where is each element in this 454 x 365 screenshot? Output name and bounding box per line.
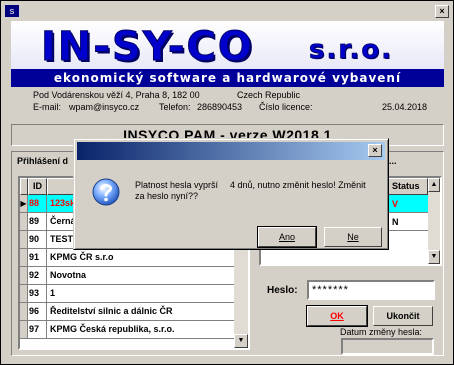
row-id: 97 — [28, 321, 47, 338]
row-id: 90 — [28, 231, 47, 248]
question-icon — [92, 178, 120, 206]
column-header-id[interactable]: ID — [28, 178, 47, 195]
tagline: ekonomický software a hardwarové vybaven… — [11, 69, 444, 87]
row-indicator — [20, 249, 28, 266]
logo-suffix: s.r.o. — [309, 35, 394, 66]
password-field[interactable]: ******* — [307, 280, 435, 300]
column-header-status[interactable]: Status — [388, 178, 428, 195]
login-group-label: Přihlášení d — [17, 156, 71, 166]
row-id: 93 — [28, 285, 47, 302]
scroll-down-icon[interactable]: ▼ — [234, 334, 248, 348]
password-change-date-field — [341, 338, 434, 355]
row-name: KPMG Česká republika, s.r.o. — [50, 324, 175, 334]
date-value: 25.04.2018 — [382, 102, 428, 112]
no-button[interactable]: Ne — [324, 227, 382, 247]
no-button-label: Ne — [347, 232, 359, 242]
row-indicator — [20, 303, 28, 320]
password-change-date-label: Datum změny hesla: — [340, 327, 423, 337]
dialog-message-part2: 4 dnů, nutno změnit heslo! Změnit — [230, 180, 366, 190]
scroll-up-icon[interactable]: ▲ — [428, 178, 440, 192]
yes-button[interactable]: Ano — [257, 226, 317, 248]
table-row[interactable]: 91 KPMG ČR s.r.o — [20, 249, 234, 267]
company-address: Pod Vodárenskou věží 4, Praha 8, 182 00 — [33, 90, 200, 100]
row-indicator — [20, 231, 28, 248]
phone-value: 286890453 — [197, 102, 243, 112]
table-row[interactable]: 96 Ředitelství silnic a dálnic ČR — [20, 303, 234, 321]
logo-main: IN-SY-CO — [41, 24, 254, 70]
login-group-label-right: ... — [389, 156, 397, 166]
dialog-message-part1: Platnost hesla vyprší za heslo nyní?? — [135, 180, 219, 201]
row-id: 88 — [28, 195, 47, 212]
row-indicator: ▶ — [20, 195, 28, 212]
window-close-button[interactable]: × — [435, 5, 449, 18]
license-label: Číslo licence: — [259, 102, 313, 112]
row-name: 1 — [50, 288, 56, 298]
dialog-titlebar[interactable]: × — [77, 142, 385, 160]
row-indicator — [20, 285, 28, 302]
email-value: wpam@insyco.cz — [69, 102, 140, 112]
quit-button[interactable]: Ukončit — [373, 306, 433, 326]
row-indicator — [20, 321, 28, 338]
ok-button-label: OK — [330, 311, 344, 321]
quit-button-label: Ukončit — [386, 311, 420, 321]
logo-banner: IN-SY-CO s.r.o. — [11, 21, 444, 70]
user-list-scrollbar[interactable]: ▲ ▼ — [428, 178, 440, 264]
yes-button-label: Ano — [278, 232, 295, 242]
row-indicator — [20, 267, 28, 284]
table-row[interactable]: 97 KPMG Česká republika, s.r.o. — [20, 321, 234, 339]
main-window: s × IN-SY-CO s.r.o. ekonomický software … — [0, 0, 454, 365]
password-label: Heslo: — [267, 285, 298, 296]
dialog-close-button[interactable]: × — [368, 144, 382, 157]
scroll-down-icon[interactable]: ▼ — [428, 250, 440, 264]
row-name: Novotna — [50, 270, 86, 280]
ok-button[interactable]: OK — [306, 305, 368, 327]
header-indicator — [20, 178, 28, 195]
row-indicator — [20, 213, 28, 230]
table-row[interactable]: 93 1 — [20, 285, 234, 303]
row-id: 91 — [28, 249, 47, 266]
user-status: N — [392, 217, 399, 227]
password-expiry-dialog: × Platnost hesla vyprší za heslo nyní?? … — [73, 138, 389, 250]
email-label: E-mail: — [33, 102, 62, 112]
row-id: 89 — [28, 213, 47, 230]
row-id: 96 — [28, 303, 47, 320]
row-name: Ředitelství silnic a dálnic ČR — [50, 306, 173, 316]
phone-label: Telefon: — [159, 102, 191, 112]
company-country: Czech Republic — [237, 90, 301, 100]
system-menu-icon[interactable]: s — [5, 5, 19, 17]
row-name: KPMG ČR s.r.o — [50, 252, 114, 262]
table-row[interactable]: 92 Novotna — [20, 267, 234, 285]
user-status: V — [392, 199, 399, 209]
row-id: 92 — [28, 267, 47, 284]
